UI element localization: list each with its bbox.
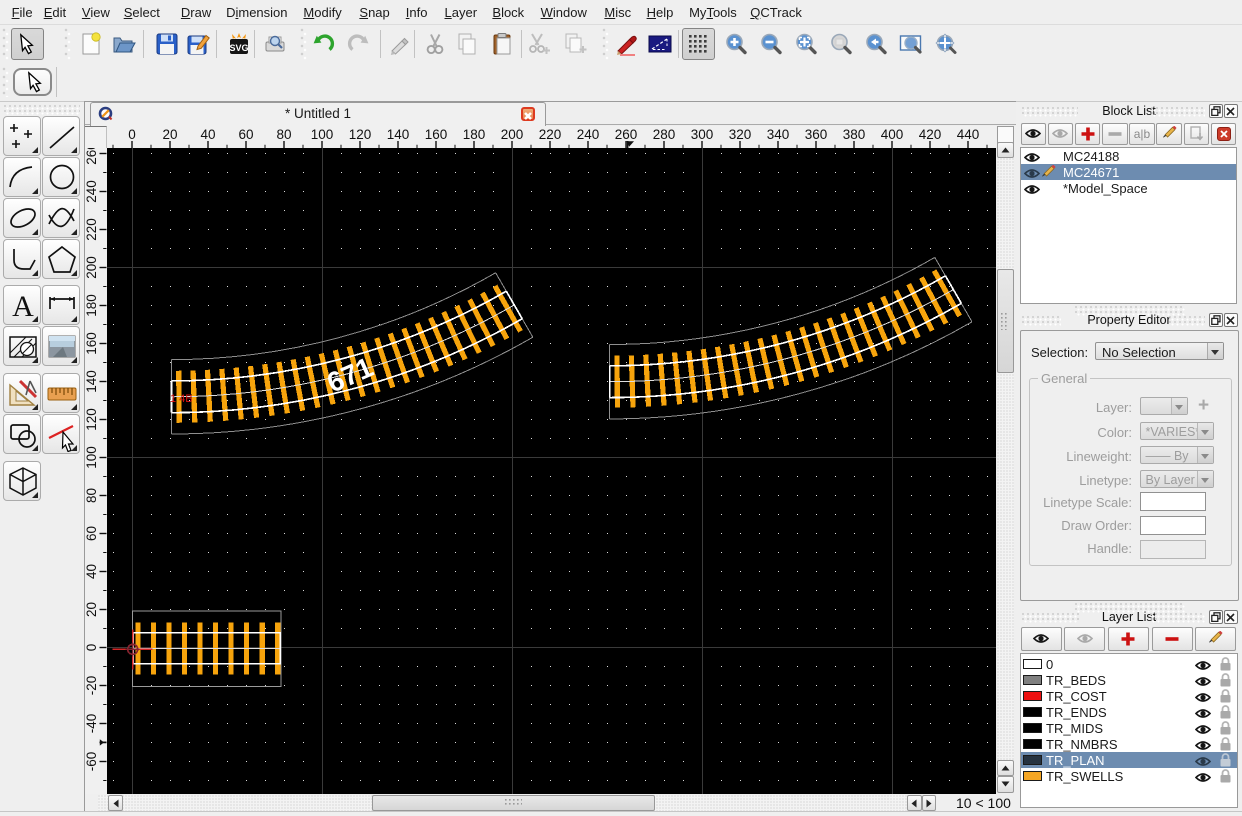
svg-text:40: 40 [200, 127, 215, 142]
svg-text:140: 140 [387, 127, 410, 142]
svg-text:240: 240 [577, 127, 600, 142]
svg-text:0: 0 [128, 127, 136, 142]
svg-text:260: 260 [615, 127, 638, 142]
svg-text:20: 20 [85, 602, 99, 617]
svg-text:80: 80 [85, 488, 99, 503]
svg-text:60: 60 [85, 526, 99, 541]
svg-text:120: 120 [349, 127, 372, 142]
svg-text:320: 320 [729, 127, 752, 142]
svg-text:400: 400 [881, 127, 904, 142]
svg-text:40: 40 [85, 564, 99, 579]
svg-text:A: A [12, 290, 34, 323]
svg-text:220: 220 [539, 127, 562, 142]
svg-text:-40: -40 [85, 714, 99, 734]
svg-text:80: 80 [276, 127, 291, 142]
svg-text:160: 160 [85, 332, 99, 355]
svg-text:SVG: SVG [229, 43, 248, 53]
svg-text:440: 440 [957, 127, 980, 142]
svg-text:180: 180 [463, 127, 486, 142]
svg-text:200: 200 [501, 127, 524, 142]
svg-text:1 4B: 1 4B [170, 393, 193, 405]
svg-text:260: 260 [85, 148, 99, 165]
svg-text:200: 200 [85, 256, 99, 279]
svg-text:-60: -60 [85, 752, 99, 772]
svg-text:240: 240 [85, 180, 99, 203]
svg-text:100: 100 [85, 446, 99, 469]
svg-text:300: 300 [691, 127, 714, 142]
svg-text:120: 120 [85, 408, 99, 431]
svg-text:360: 360 [805, 127, 828, 142]
svg-text:420: 420 [919, 127, 942, 142]
svg-text:20: 20 [162, 127, 177, 142]
svg-text:140: 140 [85, 370, 99, 393]
svg-text:60: 60 [238, 127, 253, 142]
svg-text:-20: -20 [85, 676, 99, 696]
svg-text:180: 180 [85, 294, 99, 317]
svg-text:380: 380 [843, 127, 866, 142]
svg-text:0: 0 [85, 644, 99, 652]
svg-text:100: 100 [311, 127, 334, 142]
svg-text:220: 220 [85, 218, 99, 241]
svg-text:340: 340 [767, 127, 790, 142]
svg-text:280: 280 [653, 127, 676, 142]
svg-text:160: 160 [425, 127, 448, 142]
